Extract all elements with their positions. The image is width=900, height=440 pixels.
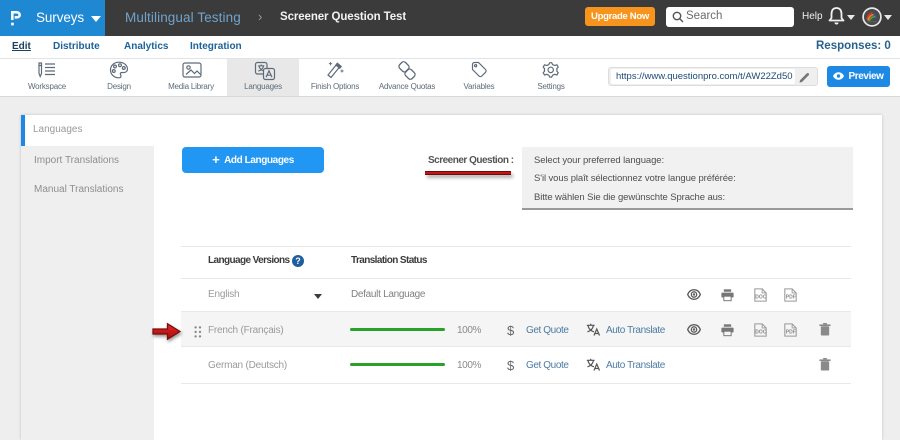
svg-text:DOC: DOC — [755, 330, 767, 336]
svg-text:DOC: DOC — [755, 295, 767, 301]
svg-text:PDF: PDF — [786, 295, 796, 301]
svg-text:PDF: PDF — [786, 330, 796, 336]
